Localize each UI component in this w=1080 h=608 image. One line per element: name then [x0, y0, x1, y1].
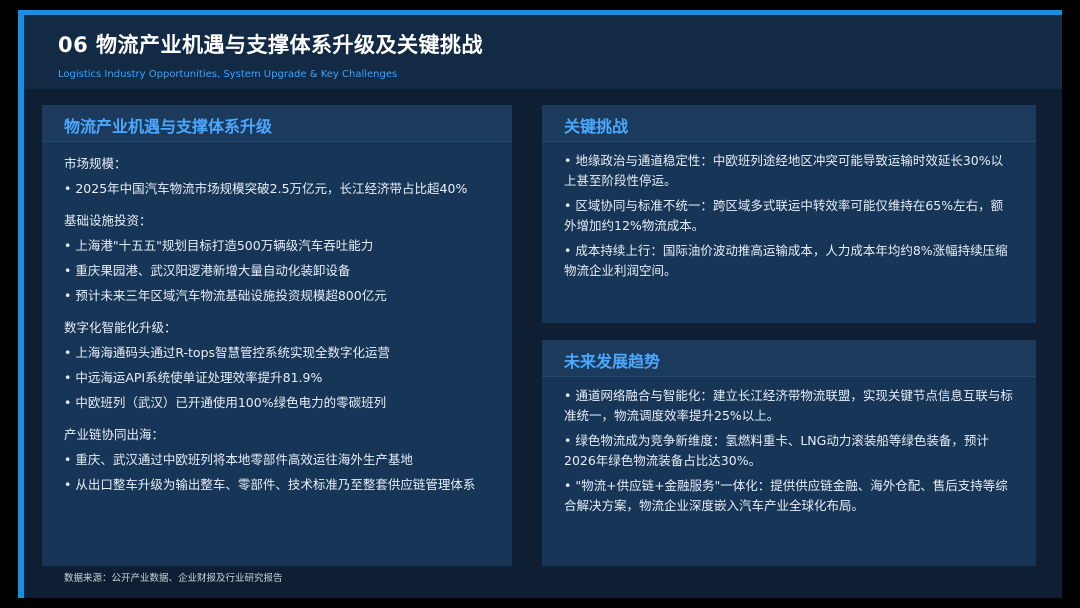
list-item: • "物流+供应链+金融服务"一体化：提供供应链金融、海外仓配、售后支持等综合解… — [564, 478, 1008, 513]
list-item: • 上海海通码头通过R-tops智慧管控系统实现全数字化运营 — [64, 345, 391, 360]
slide: 06 物流产业机遇与支撑体系升级及关键挑战 Logistics Industry… — [18, 10, 1062, 598]
page-subtitle: Logistics Industry Opportunities, System… — [58, 69, 398, 80]
list-item: • 地缘政治与通道稳定性：中欧班列途经地区冲突可能导致运输时效延长30%以上甚至… — [564, 153, 1004, 188]
list-item: • 重庆果园港、武汉阳逻港新增大量自动化装卸设备 — [64, 263, 351, 278]
panel-title: 关键挑战 — [564, 117, 629, 136]
list-item: • 中欧班列（武汉）已开通使用100%绿色电力的零碳班列 — [64, 395, 387, 410]
data-source-note: 数据来源：公开产业数据、企业财报及行业研究报告 — [64, 573, 283, 584]
opportunities-panel: 物流产业机遇与支撑体系升级 市场规模： • 2025年中国汽车物流市场规模突破2… — [42, 105, 512, 566]
left-accent-bar — [18, 10, 24, 598]
panel-header: 关键挑战 — [542, 105, 1036, 142]
header: 06 物流产业机遇与支撑体系升级及关键挑战 Logistics Industry… — [24, 15, 1062, 89]
panel-body: 市场规模： • 2025年中国汽车物流市场规模突破2.5万亿元，长江经济带占比超… — [64, 155, 490, 500]
panel-title: 未来发展趋势 — [564, 352, 661, 371]
challenges-panel: 关键挑战 • 地缘政治与通道稳定性：中欧班列途经地区冲突可能导致运输时效延长30… — [542, 105, 1036, 323]
list-item: • 从出口整车升级为输出整车、零部件、技术标准乃至整套供应链管理体系 — [64, 477, 476, 492]
list-item: • 2025年中国汽车物流市场规模突破2.5万亿元，长江经济带占比超40% — [64, 181, 468, 196]
list-item: • 上海港"十五五"规划目标打造500万辆级汽车吞吐能力 — [64, 238, 374, 253]
page-title: 06 物流产业机遇与支撑体系升级及关键挑战 — [58, 33, 484, 57]
section-heading: 产业链协同出海： — [64, 427, 165, 442]
trends-panel: 未来发展趋势 • 通道网络融合与智能化：建立长江经济带物流联盟，实现关键节点信息… — [542, 340, 1036, 566]
panel-body: • 地缘政治与通道稳定性：中欧班列途经地区冲突可能导致运输时效延长30%以上甚至… — [564, 151, 1014, 286]
panel-title: 物流产业机遇与支撑体系升级 — [64, 117, 273, 136]
list-item: • 预计未来三年区域汽车物流基础设施投资规模超800亿元 — [64, 288, 387, 303]
panel-header: 未来发展趋势 — [542, 340, 1036, 377]
list-item: • 中远海运API系统使单证处理效率提升81.9% — [64, 370, 323, 385]
section-heading: 数字化智能化升级： — [64, 320, 177, 335]
panel-header: 物流产业机遇与支撑体系升级 — [42, 105, 512, 142]
list-item: • 通道网络融合与智能化：建立长江经济带物流联盟，实现关键节点信息互联与标准统一… — [564, 388, 1013, 423]
panel-body: • 通道网络融合与智能化：建立长江经济带物流联盟，实现关键节点信息互联与标准统一… — [564, 386, 1014, 521]
list-item: • 绿色物流成为竞争新维度：氢燃料重卡、LNG动力滚装船等绿色装备，预计2026… — [564, 433, 989, 468]
list-item: • 成本持续上行：国际油价波动推高运输成本，人力成本年均约8%涨幅持续压缩物流企… — [564, 243, 1008, 278]
list-item: • 重庆、武汉通过中欧班列将本地零部件高效运往海外生产基地 — [64, 452, 413, 467]
section-heading: 市场规模： — [64, 156, 127, 171]
list-item: • 区域协同与标准不统一：跨区域多式联运中转效率可能仅维持在65%左右，额外增加… — [564, 198, 1004, 233]
section-heading: 基础设施投资： — [64, 213, 152, 228]
